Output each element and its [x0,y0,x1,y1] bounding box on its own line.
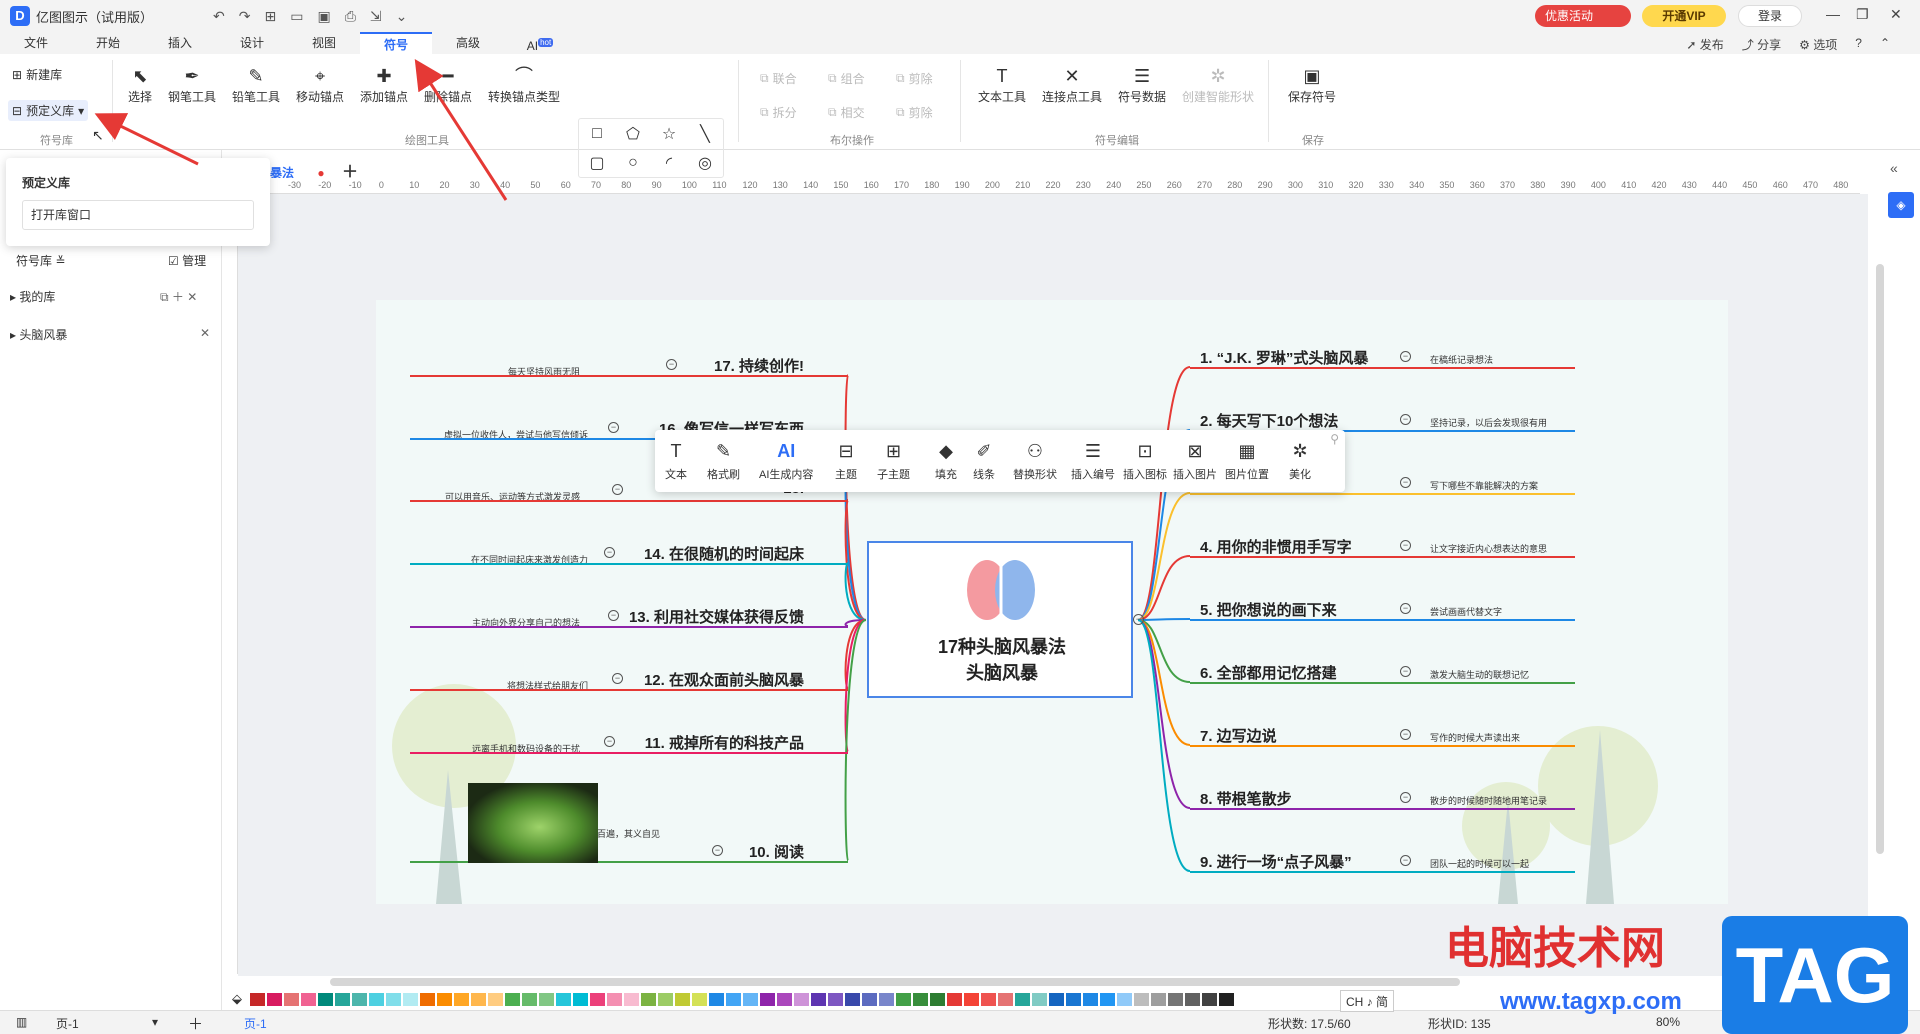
arrow-to-predefined-library [94,113,199,166]
mouse-cursor-icon: ↖ [92,127,104,143]
annotation-arrows: ↖ [92,58,508,201]
arrow-to-symbol-tab [414,58,508,201]
